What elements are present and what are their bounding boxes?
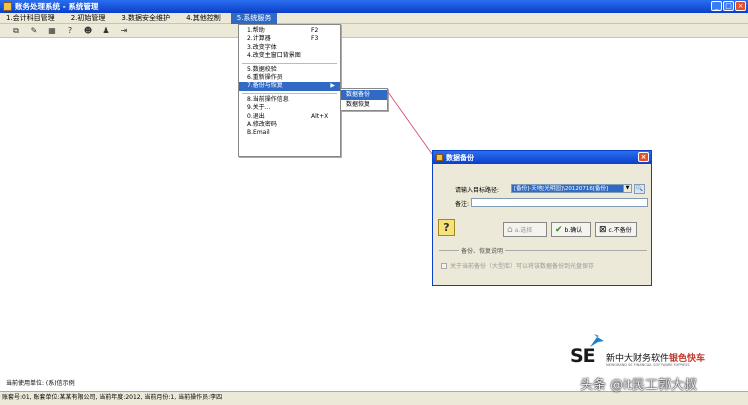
checkbox-box xyxy=(441,262,447,269)
brand-logo: SE 新中大财务软件银色快车 NEWGRAND SE FINANCIAL SOF… xyxy=(570,333,742,373)
target-path-input[interactable]: [备份]-天地[光明园]\20120716[备份] xyxy=(511,184,624,193)
no-backup-button-label: c.不备份 xyxy=(608,227,632,234)
help-question-icon[interactable]: ? xyxy=(438,219,455,236)
cancel-icon: ⊠ xyxy=(599,224,607,235)
app-window: 账务处理系统 - 系统管理 _ □ × 1.会计科目管理 2.初始管理 3.数据… xyxy=(0,0,748,405)
select-button-label: a.选择 xyxy=(514,227,533,234)
note-input[interactable] xyxy=(471,198,648,207)
group-title: 备份、恢复说明 xyxy=(459,246,506,255)
browse-folder-button[interactable]: 🔍 xyxy=(634,184,645,194)
dialog-close-button[interactable]: × xyxy=(638,152,649,162)
note-label: 备注: xyxy=(455,201,470,208)
house-icon: ⌂ xyxy=(507,224,513,235)
dialog-title: 数据备份 xyxy=(446,153,474,162)
no-backup-button[interactable]: ⊠ c.不备份 xyxy=(595,222,637,237)
logo-se-text: SE xyxy=(570,345,596,367)
confirm-button-label: b.确认 xyxy=(564,227,583,234)
dialog-title-bar: 数据备份 × xyxy=(433,151,651,164)
status-bar: 账套号:01, 账套单位:某某有限公司, 当前年度:2012, 当前月份:1, … xyxy=(0,391,748,405)
current-unit-label: 当前使用单位: (系)信示例 xyxy=(6,380,75,387)
checkmark-icon: ✔ xyxy=(555,224,563,235)
dialog-app-icon xyxy=(436,154,443,161)
path-label: 请输入目标路径: xyxy=(455,187,500,194)
watermark-text: 头条 @it民工郭大叔 xyxy=(580,378,697,393)
select-button[interactable]: ⌂ a.选择 xyxy=(503,222,547,237)
logo-subtitle: NEWGRAND SE FINANCIAL SOFTWARE EXPRESS xyxy=(606,363,690,367)
path-dropdown-arrow-icon[interactable]: ▼ xyxy=(623,184,632,193)
confirm-button[interactable]: ✔ b.确认 xyxy=(551,222,591,237)
data-backup-dialog: 数据备份 × 请输入目标路径: [备份]-天地[光明园]\20120716[备份… xyxy=(432,150,652,286)
checkbox-label: 关于当前备份（大型库）可以将该数据备份到光盘保存 xyxy=(450,263,595,270)
burn-to-disc-checkbox[interactable]: 关于当前备份（大型库）可以将该数据备份到光盘保存 xyxy=(441,261,594,270)
